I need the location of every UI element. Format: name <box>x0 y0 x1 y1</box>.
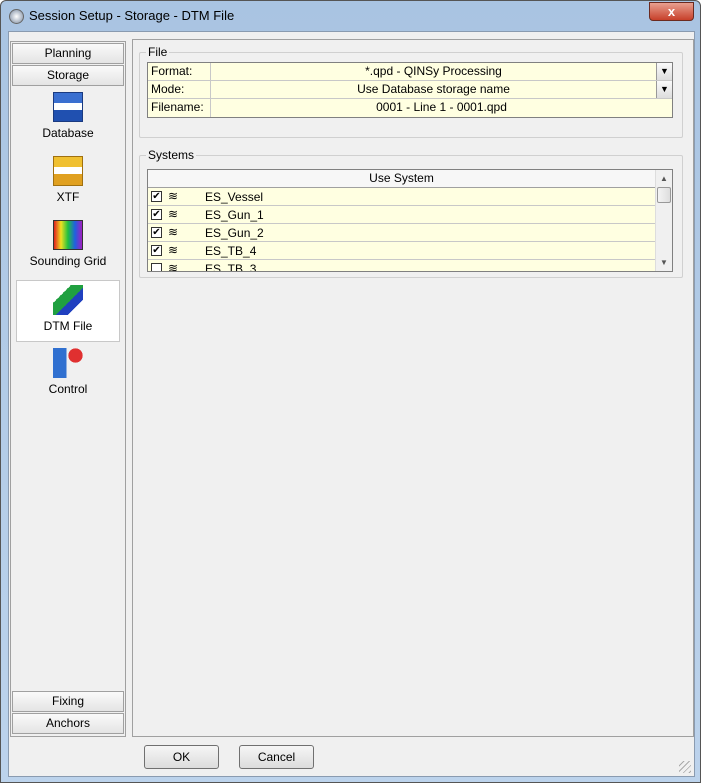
group-legend: File <box>146 45 170 59</box>
scroll-down-icon[interactable]: ▼ <box>656 254 672 271</box>
client-area: Planning Storage Database XTF Sounding G… <box>8 31 695 777</box>
system-icon: ≋ <box>168 207 179 221</box>
sidebar-item-xtf[interactable]: XTF <box>16 152 120 214</box>
system-name: ES_Gun_2 <box>205 226 264 240</box>
system-icon: ≋ <box>168 225 179 239</box>
system-icon: ≋ <box>168 243 179 257</box>
row-label: Filename: <box>148 99 211 117</box>
file-table: Format: *.qpd - QINSy Processing ▼ Mode: Us… <box>147 62 673 118</box>
system-row[interactable]: ✔ ≋ ES_TB_4 <box>148 242 655 260</box>
main-panel: File Format: *.qpd - QINSy Processing ▼ Mo… <box>132 39 694 737</box>
sidebar-item-label: Database <box>42 126 94 140</box>
sidebar-tab-planning[interactable]: Planning <box>12 43 124 64</box>
floppy-disk-blue-icon <box>53 92 83 122</box>
control-icon <box>53 348 83 378</box>
colored-grid-icon <box>53 220 83 250</box>
sidebar-item-database[interactable]: Database <box>16 88 120 150</box>
filename-field[interactable]: 0001 - Line 1 - 0001.qpd <box>211 99 672 117</box>
system-name: ES_TB_3 <box>205 262 257 272</box>
row-label: Format: <box>148 63 211 80</box>
format-select[interactable]: *.qpd - QINSy Processing <box>211 63 656 80</box>
system-name: ES_TB_4 <box>205 244 257 258</box>
system-row[interactable]: ✔ ≋ ES_Gun_2 <box>148 224 655 242</box>
sidebar-tab-fixing[interactable]: Fixing <box>12 691 124 712</box>
column-header-use-system[interactable]: Use System <box>148 170 655 188</box>
chevron-down-icon[interactable]: ▼ <box>656 81 672 98</box>
system-icon: ≋ <box>168 189 179 203</box>
dtm-surface-icon <box>53 285 83 315</box>
sidebar: Planning Storage Database XTF Sounding G… <box>10 41 126 737</box>
filename-row[interactable]: Filename: 0001 - Line 1 - 0001.qpd <box>148 99 672 117</box>
use-system-checkbox[interactable]: ✔ <box>151 209 162 220</box>
use-system-checkbox[interactable]: ✔ <box>151 227 162 238</box>
chevron-down-icon[interactable]: ▼ <box>656 63 672 80</box>
dialog-window: Session Setup - Storage - DTM File x Pla… <box>0 0 701 783</box>
systems-grid: Use System ✔ ≋ ES_Vessel ✔ ≋ ES_Gun_1 ✔ ≋ ES_Gun… <box>147 169 673 272</box>
system-row[interactable]: ≋ ES_TB_3 <box>148 260 655 272</box>
sidebar-item-sounding-grid[interactable]: Sounding Grid <box>16 216 120 278</box>
ok-button[interactable]: OK <box>144 745 219 769</box>
scrollbar-thumb[interactable] <box>657 187 671 203</box>
sidebar-item-label: DTM File <box>43 319 93 333</box>
sidebar-item-dtm-file[interactable]: DTM File <box>16 280 120 342</box>
system-row[interactable]: ✔ ≋ ES_Gun_1 <box>148 206 655 224</box>
system-name: ES_Gun_1 <box>205 208 264 222</box>
group-legend: Systems <box>146 148 197 162</box>
system-icon: ≋ <box>168 261 179 272</box>
mode-row[interactable]: Mode: Use Database storage name ▼ <box>148 81 672 99</box>
use-system-checkbox[interactable]: ✔ <box>151 191 162 202</box>
window-title: Session Setup - Storage - DTM File <box>29 8 235 23</box>
use-system-checkbox[interactable] <box>151 263 162 271</box>
systems-group: Systems Use System ✔ ≋ ES_Vessel ✔ ≋ ES_Gun_1… <box>139 148 683 278</box>
use-system-checkbox[interactable]: ✔ <box>151 245 162 256</box>
sidebar-item-label: Control <box>48 382 88 396</box>
resize-grip-icon[interactable] <box>679 761 691 773</box>
system-name: ES_Vessel <box>205 190 264 204</box>
vertical-scrollbar[interactable]: ▲ ▼ <box>655 170 672 271</box>
row-label: Mode: <box>148 81 211 98</box>
sidebar-item-control[interactable]: Control <box>16 344 120 406</box>
close-button[interactable]: x <box>649 2 694 21</box>
sidebar-tab-anchors[interactable]: Anchors <box>12 713 124 734</box>
sidebar-tab-storage[interactable]: Storage <box>12 65 124 86</box>
mode-select[interactable]: Use Database storage name <box>211 81 656 98</box>
sidebar-item-label: XTF <box>56 190 80 204</box>
floppy-disk-yellow-icon <box>53 156 83 186</box>
scroll-up-icon[interactable]: ▲ <box>656 170 672 187</box>
app-icon <box>9 9 24 24</box>
cancel-button[interactable]: Cancel <box>239 745 314 769</box>
system-row[interactable]: ✔ ≋ ES_Vessel <box>148 188 655 206</box>
format-row[interactable]: Format: *.qpd - QINSy Processing ▼ <box>148 63 672 81</box>
file-group: File Format: *.qpd - QINSy Processing ▼ Mo… <box>139 45 683 138</box>
sidebar-item-label: Sounding Grid <box>29 254 107 268</box>
